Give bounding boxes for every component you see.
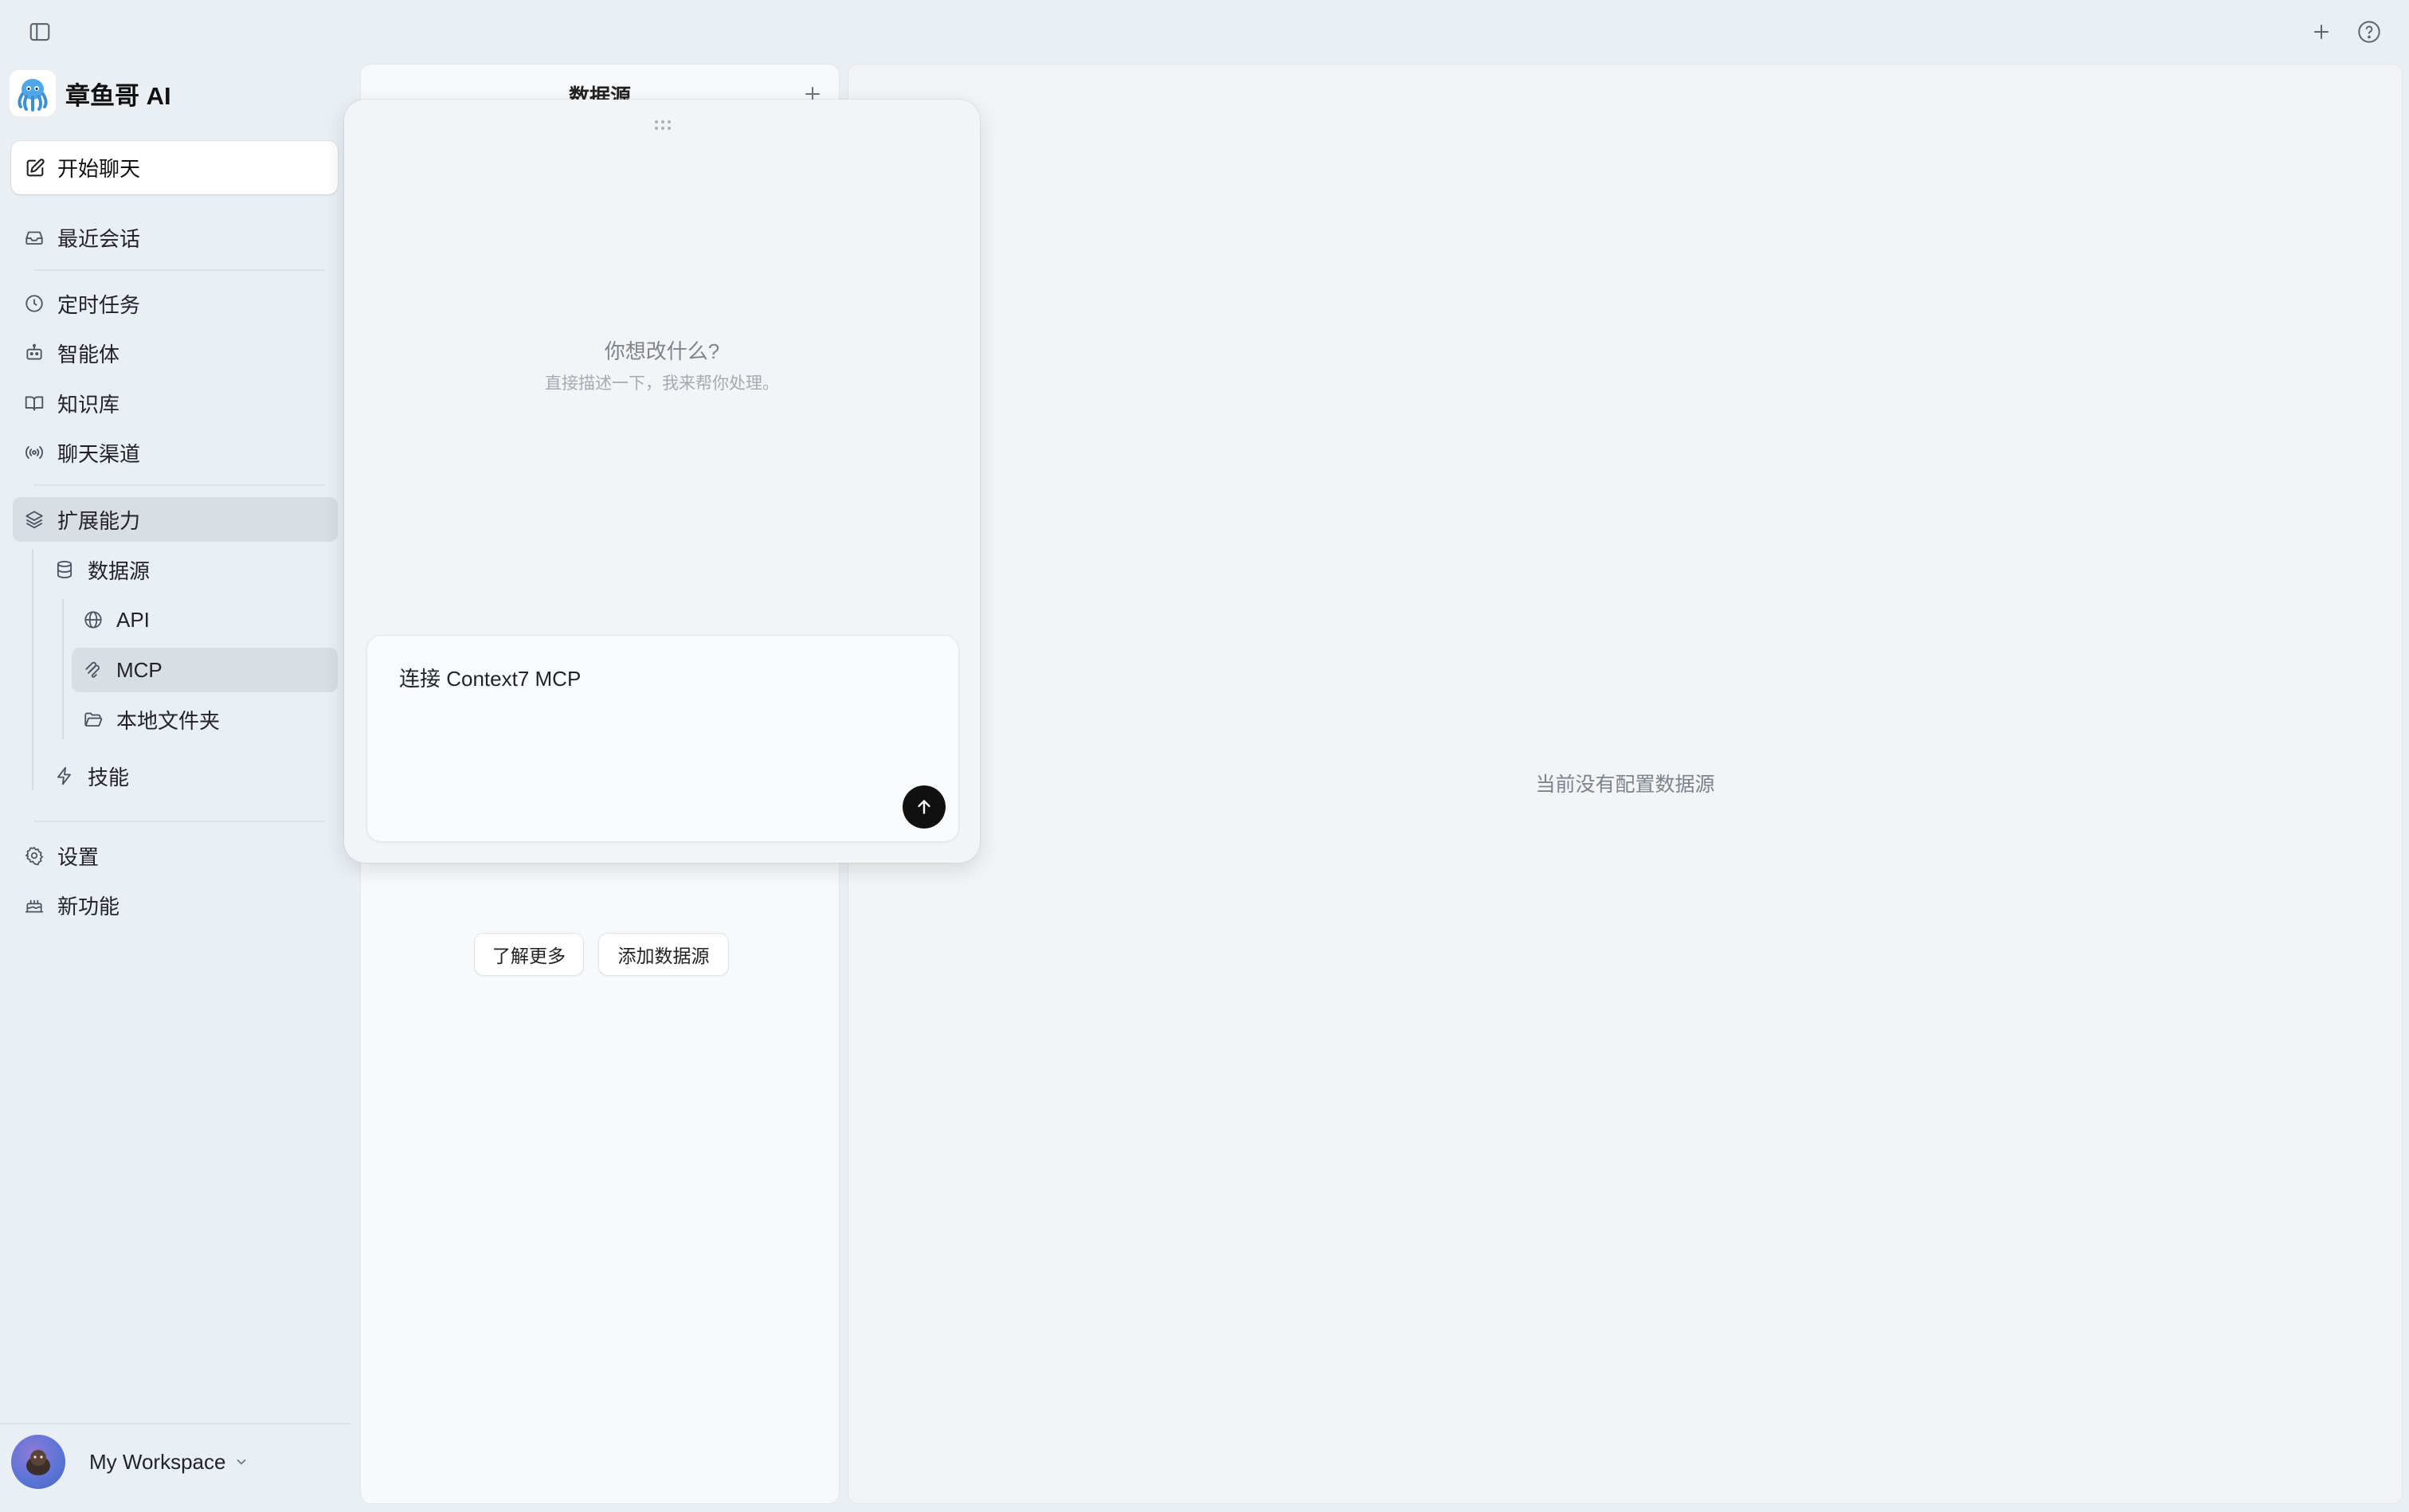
book-open-icon [22, 391, 46, 415]
sidebar-item-api[interactable]: API [72, 597, 338, 642]
plus-icon [2314, 25, 2329, 39]
sidebar-item-whats-new[interactable]: 新功能 [13, 883, 339, 927]
sidebar-item-label: API [116, 607, 150, 632]
prompt-input-value: 连接 Context7 MCP [399, 667, 582, 691]
gear-icon [22, 844, 46, 868]
drag-handle[interactable] [653, 119, 672, 131]
help-button[interactable] [2352, 14, 2387, 49]
new-chat-label: 开始聊天 [57, 157, 141, 181]
sidebar-item-channels[interactable]: 聊天渠道 [13, 430, 339, 475]
add-datasource-button[interactable]: 添加数据源 [598, 933, 729, 976]
cake-icon [22, 893, 46, 917]
sidebar-item-label: MCP [116, 657, 163, 682]
broadcast-icon [22, 441, 46, 464]
sidebar-item-label: 本地文件夹 [116, 708, 221, 733]
mcp-icon [81, 658, 105, 682]
toggle-sidebar-button[interactable] [22, 14, 57, 49]
divider [0, 1423, 351, 1424]
brand: 章鱼哥 AI [10, 70, 171, 116]
sidebar-item-extensions[interactable]: 扩展能力 [13, 497, 338, 542]
sidebar-item-label: 知识库 [57, 392, 120, 417]
sidebar-item-label: 数据源 [88, 558, 151, 583]
sidebar-item-label: 定时任务 [57, 292, 141, 317]
inbox-icon [22, 225, 46, 249]
send-button[interactable] [903, 785, 946, 828]
sidebar-item-label: 聊天渠道 [57, 441, 141, 466]
folder-open-icon [81, 707, 105, 731]
database-icon [53, 558, 76, 582]
grip-icon [655, 120, 671, 130]
layers-icon [22, 507, 46, 531]
arrow-up-icon [918, 800, 930, 814]
sidebar-item-label: 扩展能力 [57, 508, 141, 533]
sidebar-item-label: 设置 [57, 844, 100, 869]
octopus-logo-icon [10, 70, 56, 116]
sidebar-item-label: 技能 [88, 765, 130, 789]
assistant-popup: 你想改什么? 直接描述一下，我来帮你处理。 连接 Context7 MCP [344, 100, 980, 863]
sidebar-item-label: 智能体 [57, 342, 120, 366]
sidebar-item-label: 新功能 [57, 894, 120, 919]
main-content: 当前没有配置数据源 [848, 64, 2403, 1504]
prompt-input[interactable]: 连接 Context7 MCP [366, 635, 959, 842]
divider [33, 821, 325, 822]
robot-icon [22, 341, 46, 365]
popup-title: 你想改什么? [604, 339, 720, 363]
globe-icon [81, 608, 105, 632]
sidebar-item-datasource[interactable]: 数据源 [43, 547, 338, 592]
new-button[interactable] [2304, 14, 2339, 49]
tree-guide [62, 599, 64, 739]
divider [33, 269, 325, 271]
new-chat-button[interactable]: 开始聊天 [11, 141, 338, 194]
clock-icon [22, 292, 46, 315]
sidebar-panel-icon [29, 22, 50, 41]
avatar [11, 1435, 65, 1489]
brand-name: 章鱼哥 AI [65, 81, 171, 110]
help-circle-icon [2358, 21, 2380, 43]
sidebar-item-label: 最近会话 [57, 226, 141, 251]
workspace-name: My Workspace [89, 1449, 226, 1474]
popup-subtitle: 直接描述一下，我来帮你处理。 [545, 374, 779, 393]
sidebar-item-agents[interactable]: 智能体 [13, 331, 339, 375]
divider [33, 484, 325, 486]
sidebar-item-mcp[interactable]: MCP [72, 648, 338, 692]
sidebar-item-recent[interactable]: 最近会话 [13, 215, 339, 260]
empty-state-message: 当前没有配置数据源 [1535, 774, 1715, 796]
learn-more-button[interactable]: 了解更多 [474, 933, 584, 976]
workspace-switcher[interactable]: My Workspace [11, 1434, 249, 1490]
lightning-icon [53, 764, 76, 788]
sidebar-item-skills[interactable]: 技能 [43, 754, 338, 798]
sidebar-item-scheduled[interactable]: 定时任务 [13, 281, 339, 326]
sidebar-item-knowledge[interactable]: 知识库 [13, 381, 339, 425]
sidebar-item-local-folder[interactable]: 本地文件夹 [72, 697, 338, 742]
sidebar-item-settings[interactable]: 设置 [13, 833, 339, 878]
edit-icon [24, 157, 46, 179]
chevron-down-icon [233, 1454, 249, 1470]
tree-guide [32, 550, 33, 790]
